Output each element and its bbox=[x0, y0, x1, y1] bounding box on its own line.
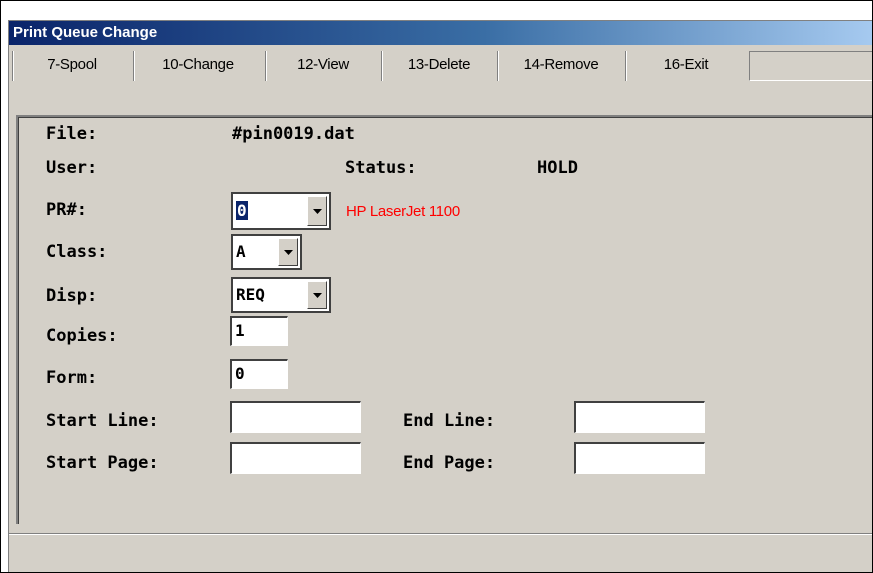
file-value: #pin0019.dat bbox=[232, 124, 355, 144]
dropdown-arrow-icon[interactable] bbox=[307, 196, 327, 226]
toolbar-empty-slot bbox=[749, 51, 873, 81]
end-line-input[interactable] bbox=[574, 401, 705, 433]
class-select[interactable]: A bbox=[231, 234, 302, 270]
toolbar-separator bbox=[625, 51, 627, 81]
pr-label: PR#: bbox=[46, 200, 87, 220]
start-page-label: Start Page: bbox=[46, 453, 159, 473]
status-bar bbox=[9, 533, 873, 573]
remove-button[interactable]: 14-Remove bbox=[500, 50, 622, 80]
dropdown-arrow-icon[interactable] bbox=[278, 238, 298, 266]
toolbar-separator bbox=[133, 51, 135, 81]
change-button[interactable]: 10-Change bbox=[136, 50, 260, 80]
status-label: Status: bbox=[345, 158, 417, 178]
disp-label: Disp: bbox=[46, 286, 98, 306]
form-input[interactable]: 0 bbox=[230, 359, 288, 389]
file-label: File: bbox=[46, 124, 98, 144]
start-line-input[interactable] bbox=[230, 401, 361, 433]
start-line-label: Start Line: bbox=[46, 411, 159, 431]
disp-select[interactable]: REQ bbox=[231, 277, 331, 313]
exit-button[interactable]: 16-Exit bbox=[628, 50, 744, 80]
printer-number-value: 0 bbox=[236, 201, 248, 220]
form-label: Form: bbox=[46, 368, 98, 388]
end-page-label: End Page: bbox=[403, 453, 496, 473]
title-bar: Print Queue Change bbox=[9, 21, 873, 45]
dropdown-arrow-icon[interactable] bbox=[307, 281, 327, 309]
spool-button[interactable]: 7-Spool bbox=[16, 50, 128, 80]
copies-label: Copies: bbox=[46, 326, 118, 346]
start-page-input[interactable] bbox=[230, 442, 361, 474]
toolbar-separator bbox=[12, 51, 14, 81]
class-value: A bbox=[236, 242, 246, 261]
printer-name: HP LaserJet 1100 bbox=[346, 203, 460, 220]
class-label: Class: bbox=[46, 242, 108, 262]
toolbar-separator bbox=[497, 51, 499, 81]
view-button[interactable]: 12-View bbox=[268, 50, 378, 80]
toolbar-separator bbox=[265, 51, 267, 81]
status-bar-highlight bbox=[9, 534, 873, 535]
status-value: HOLD bbox=[537, 158, 578, 178]
end-line-label: End Line: bbox=[403, 411, 496, 431]
delete-button[interactable]: 13-Delete bbox=[384, 50, 494, 80]
disp-value: REQ bbox=[236, 285, 265, 304]
window-title: Print Queue Change bbox=[13, 24, 158, 41]
user-label: User: bbox=[46, 158, 98, 178]
toolbar-separator bbox=[381, 51, 383, 81]
end-page-input[interactable] bbox=[574, 442, 705, 474]
copies-input[interactable]: 1 bbox=[230, 316, 288, 346]
printer-number-select[interactable]: 0 bbox=[231, 192, 331, 230]
